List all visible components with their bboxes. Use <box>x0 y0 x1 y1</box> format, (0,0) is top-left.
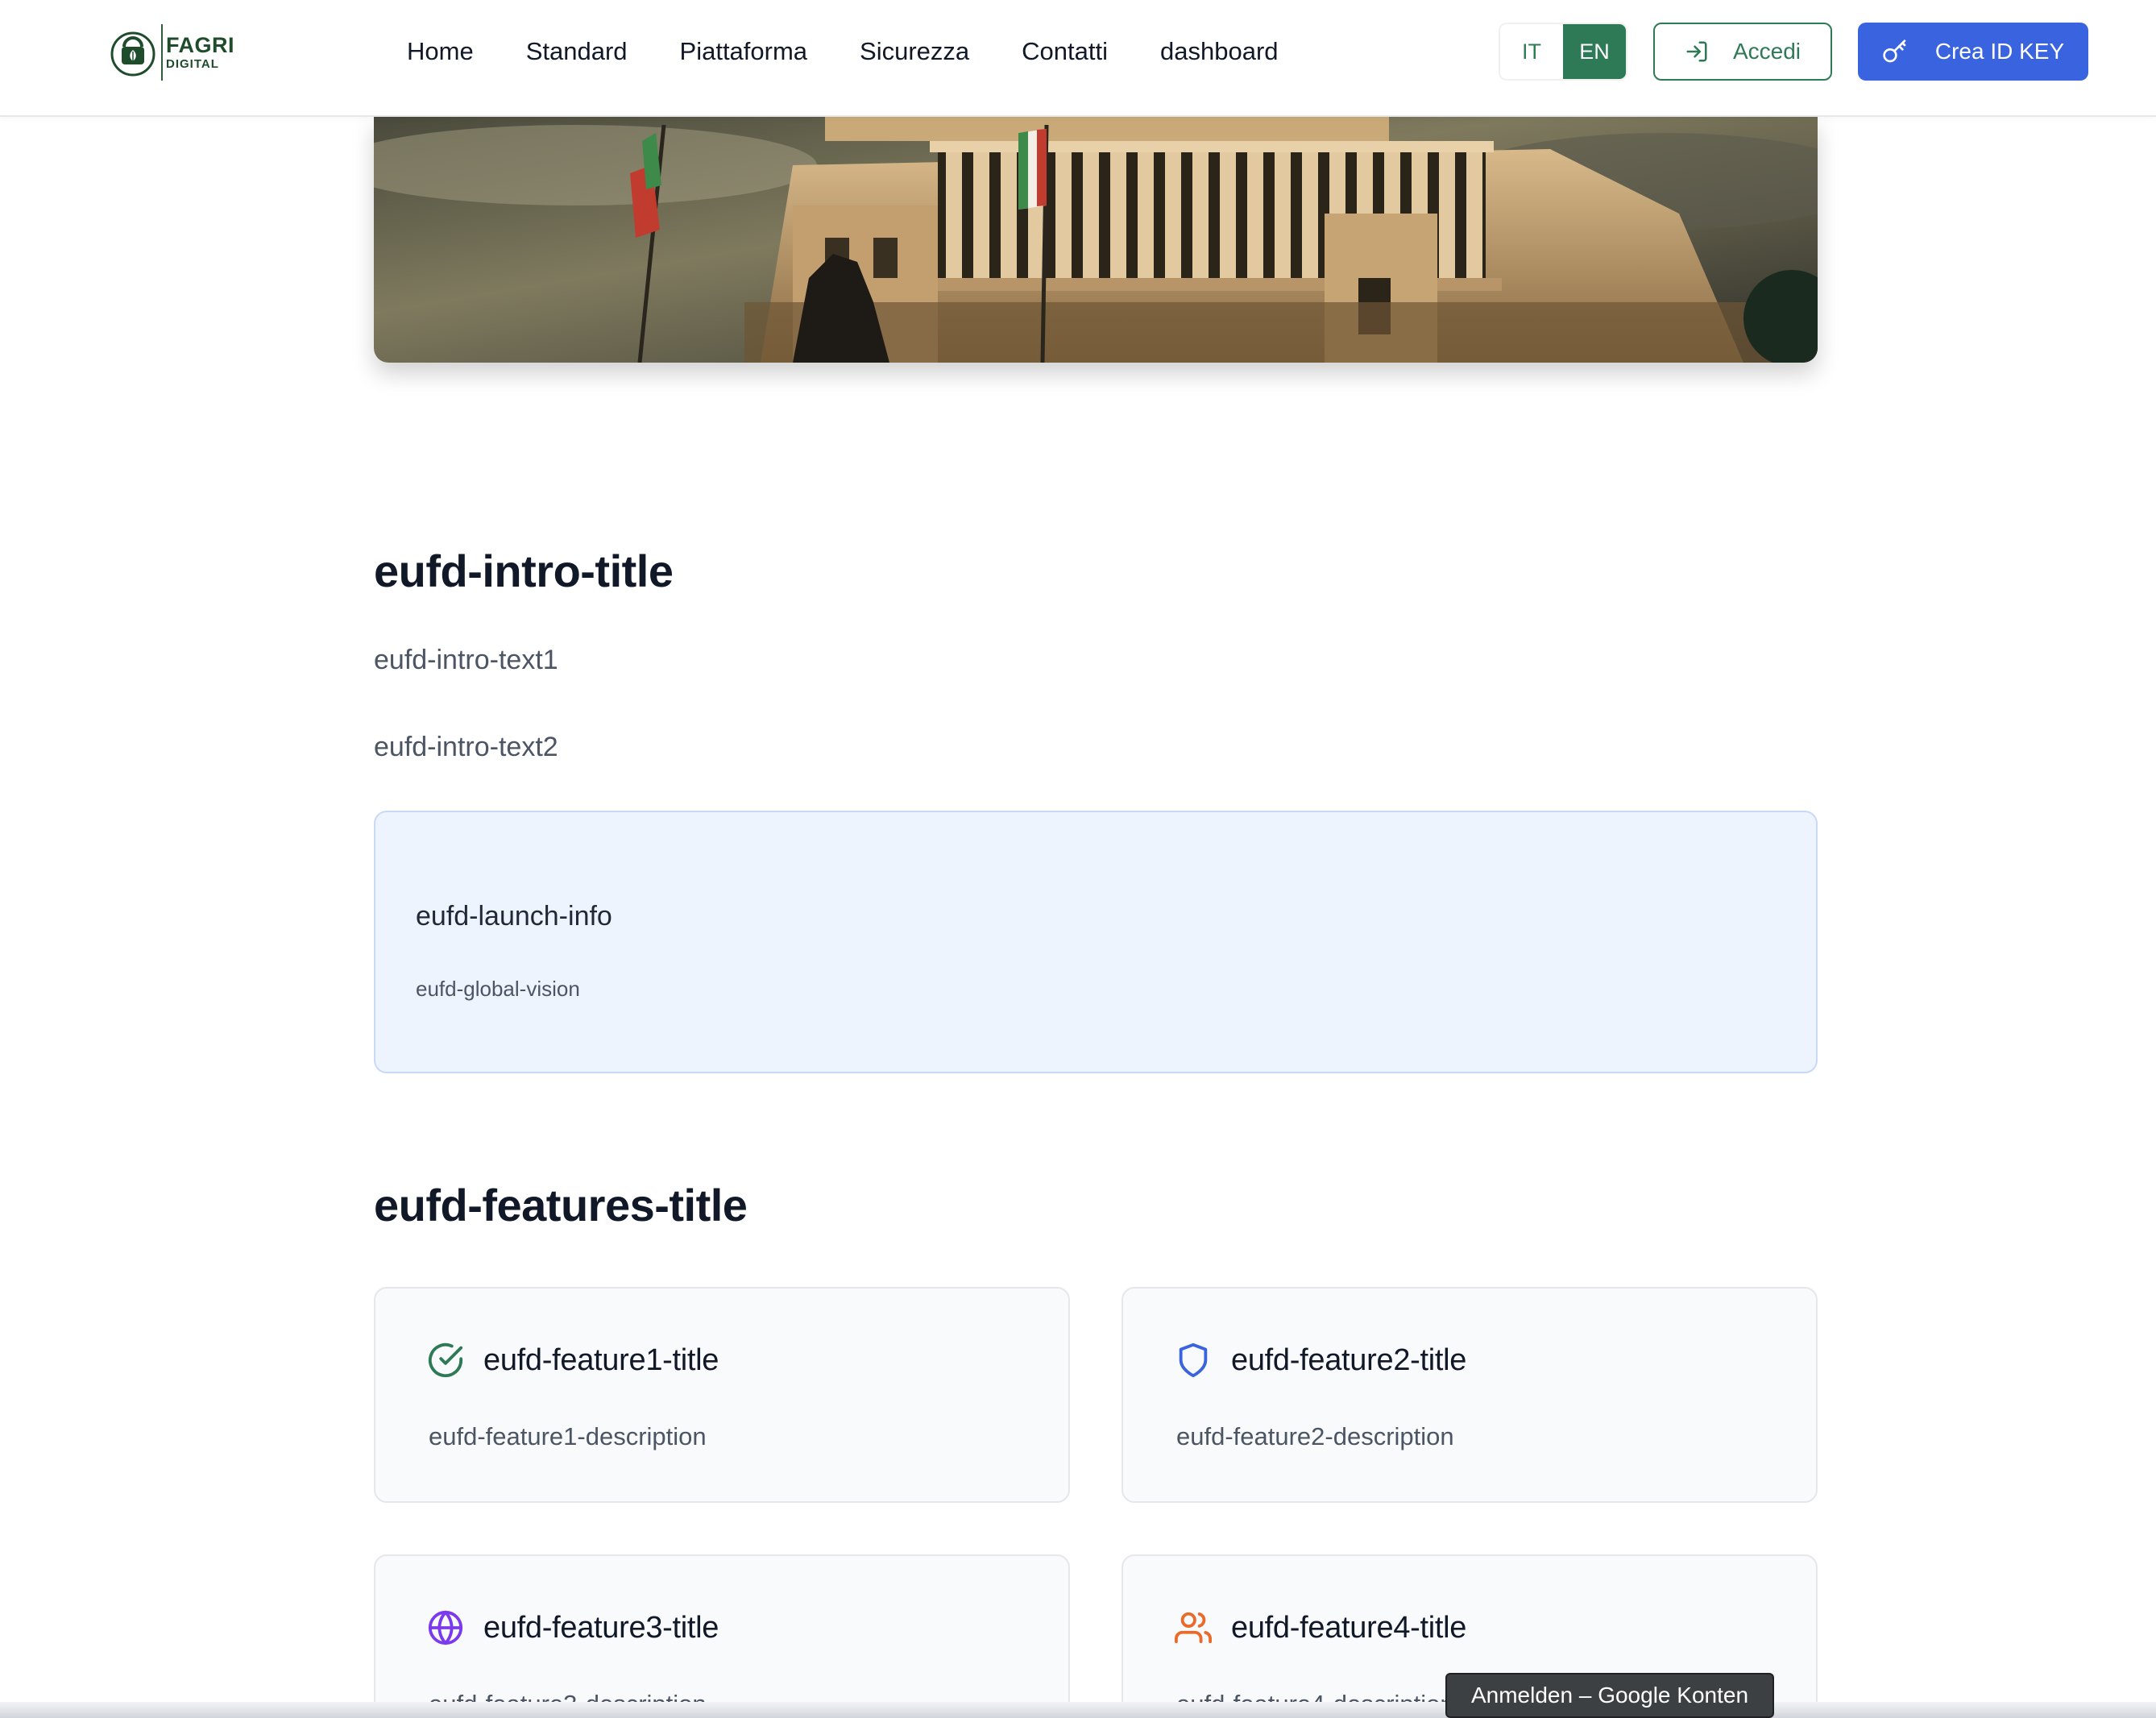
site-header: FAGRI DIGITAL Home Standard Piattaforma … <box>0 0 2156 117</box>
logo-line2: DIGITAL <box>166 57 219 71</box>
launch-info-box: eufd-launch-info eufd-global-vision <box>374 811 1818 1073</box>
create-id-key-label: Crea ID KEY <box>1934 39 2065 64</box>
globe-icon <box>428 1610 463 1645</box>
intro-text-2: eufd-intro-text2 <box>374 732 558 762</box>
feature-card-3: eufd-feature3-title eufd-feature3-descri… <box>374 1554 1070 1718</box>
feature-card-2-header: eufd-feature2-title <box>1175 1342 1466 1379</box>
logo-divider <box>161 24 163 81</box>
link-tooltip: Anmelden – Google Konten <box>1445 1673 1774 1718</box>
language-switcher: IT EN <box>1499 23 1627 81</box>
feature-card-2: eufd-feature2-title eufd-feature2-descri… <box>1122 1287 1818 1503</box>
feature-card-3-header: eufd-feature3-title <box>427 1609 719 1646</box>
features-title: eufd-features-title <box>374 1180 748 1230</box>
shield-icon <box>1179 1342 1208 1378</box>
create-id-key-button[interactable]: Crea ID KEY <box>1858 23 2088 81</box>
nav-contatti[interactable]: Contatti <box>1022 37 1108 66</box>
hero-image <box>374 117 1818 363</box>
main-nav: Home Standard Piattaforma Sicurezza Cont… <box>407 32 1331 71</box>
login-icon <box>1686 41 1707 62</box>
intro-title: eufd-intro-title <box>374 546 674 596</box>
page: FAGRI DIGITAL Home Standard Piattaforma … <box>0 0 2156 1718</box>
logo-line1: FAGRI <box>166 33 235 57</box>
intro-text-1: eufd-intro-text1 <box>374 645 558 675</box>
nav-home[interactable]: Home <box>407 37 474 66</box>
lang-en-button[interactable]: EN <box>1563 24 1626 79</box>
logo[interactable]: FAGRI DIGITAL <box>108 24 234 81</box>
nav-dashboard[interactable]: dashboard <box>1160 37 1279 66</box>
login-button[interactable]: Accedi <box>1653 23 1832 81</box>
feature-2-title: eufd-feature2-title <box>1231 1342 1467 1377</box>
login-label: Accedi <box>1732 39 1802 64</box>
feature-4-title: eufd-feature4-title <box>1231 1610 1467 1645</box>
feature-1-description: eufd-feature1-description <box>429 1422 707 1450</box>
users-icon <box>1175 1612 1212 1644</box>
feature-1-title: eufd-feature1-title <box>483 1342 719 1377</box>
lang-it-button[interactable]: IT <box>1500 24 1563 79</box>
feature-card-4-header: eufd-feature4-title <box>1175 1609 1466 1646</box>
feature-2-description: eufd-feature2-description <box>1176 1422 1454 1450</box>
nav-sicurezza[interactable]: Sicurezza <box>860 37 969 66</box>
hero-monument-image <box>374 117 1818 363</box>
logo-emblem-icon <box>110 31 155 77</box>
logo-text: FAGRI DIGITAL <box>166 33 235 71</box>
feature-3-title: eufd-feature3-title <box>483 1610 719 1645</box>
viewport-bottom-edge <box>0 1702 2156 1718</box>
check-circle-icon <box>428 1342 463 1378</box>
feature-card-1: eufd-feature1-title eufd-feature1-descri… <box>374 1287 1070 1503</box>
key-icon <box>1883 39 1906 63</box>
nav-standard[interactable]: Standard <box>526 37 628 66</box>
nav-piattaforma[interactable]: Piattaforma <box>680 37 808 66</box>
feature-card-1-header: eufd-feature1-title <box>427 1342 719 1379</box>
global-vision: eufd-global-vision <box>416 977 580 1001</box>
launch-info: eufd-launch-info <box>416 901 612 932</box>
